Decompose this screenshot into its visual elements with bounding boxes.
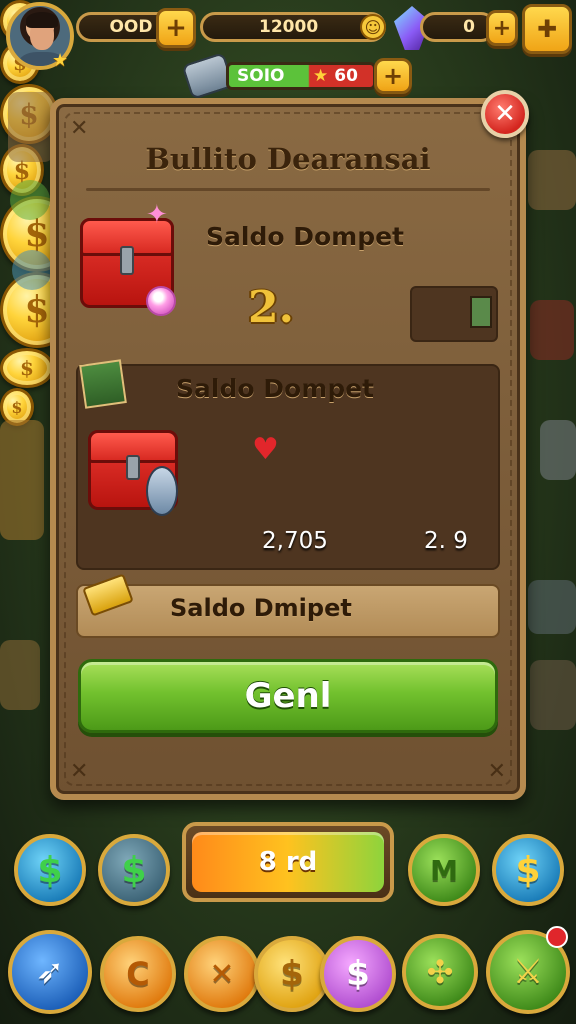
level-star-icon: ★ <box>52 50 69 71</box>
title-divider <box>86 188 490 191</box>
section-label: Saldo Dompet <box>176 374 374 403</box>
bg-chest <box>530 300 574 360</box>
center-action-button[interactable]: 8 rd <box>182 822 394 902</box>
rope-corner-icon: ✕ <box>70 759 89 784</box>
coin-shop-button[interactable]: $ <box>14 834 86 906</box>
energy-value: SOIO <box>237 66 285 86</box>
rocket-icon: ➶ <box>35 952 65 992</box>
bg-rock <box>540 420 576 480</box>
nav-tools-button[interactable]: ✣ <box>402 934 478 1010</box>
heart-icon: ♥ <box>252 432 279 467</box>
energy-bar: SOIO ★ 60 <box>226 62 376 90</box>
balance-value-left: 2,705 <box>262 528 328 554</box>
bg-badge <box>12 250 52 290</box>
wallet-label: Saldo Dompet <box>206 222 404 251</box>
dialog-title: Bullito Dearansai <box>145 142 431 176</box>
plus-icon: + <box>492 15 512 41</box>
add-coins-button[interactable]: + <box>156 8 196 48</box>
rope-corner-icon: ✕ <box>487 759 506 784</box>
shield-icon <box>146 466 178 516</box>
bg-badge <box>10 180 50 220</box>
smiley-icon: ☺ <box>360 14 386 40</box>
add-energy-button[interactable]: + <box>374 58 412 94</box>
bg-item <box>528 580 576 634</box>
bg-item <box>530 660 576 730</box>
bg-crate <box>528 150 576 210</box>
m-icon: M <box>430 853 458 887</box>
dollar-icon: $ <box>515 849 541 891</box>
score-value: 12000 <box>259 17 319 37</box>
coin-exchange-button[interactable]: $ <box>98 834 170 906</box>
cash-stack-icon <box>79 359 127 409</box>
nav-cancel-button[interactable]: ✕ <box>184 936 260 1012</box>
wallet-amount: 2. <box>248 282 294 333</box>
nav-dollar-button[interactable]: $ <box>254 936 330 1012</box>
gem-icon <box>146 286 176 316</box>
plus-icon: + <box>165 13 187 43</box>
coins-value: OOD <box>109 17 153 37</box>
dollar-icon: $ <box>346 954 370 994</box>
map-button[interactable]: M <box>408 834 480 906</box>
chest-lock <box>119 246 135 275</box>
primary-action-button[interactable]: Genl <box>78 659 498 733</box>
balance-value-right: 2. 9 <box>424 528 468 554</box>
rope-corner-icon: ✕ <box>70 116 89 141</box>
center-button-label: 8 rd <box>258 847 318 877</box>
bar-label: Saldo Dmipet <box>170 594 352 622</box>
dollar-icon: $ <box>280 954 304 994</box>
score-counter: 12000 <box>200 12 386 42</box>
plus-icon: + <box>382 62 404 90</box>
notification-badge <box>546 926 568 948</box>
c-coin-icon: C <box>126 955 150 993</box>
nav-coins-button[interactable]: C <box>100 936 176 1012</box>
puzzle-menu-button[interactable]: ✚ <box>522 4 572 54</box>
close-icon: ✕ <box>494 99 516 129</box>
crossed-tools-icon: ✣ <box>426 953 454 991</box>
cash-icon <box>470 296 492 328</box>
puzzle-icon: ✚ <box>536 15 558 43</box>
close-button[interactable]: ✕ <box>481 90 529 138</box>
x-icon: ✕ <box>209 956 235 992</box>
dollar-coin-icon: $ <box>0 348 54 388</box>
bg-coin-stack <box>0 420 44 540</box>
bg-signboard <box>8 92 54 162</box>
chest-lock <box>126 455 140 481</box>
stars-value: 60 <box>334 66 358 86</box>
gems-value: 0 <box>463 17 475 37</box>
gems-counter: 0 <box>420 12 496 42</box>
center-button-fill: 8 rd <box>192 832 384 892</box>
nav-premium-button[interactable]: $ <box>320 936 396 1012</box>
bg-coin-stack <box>0 640 40 710</box>
add-gems-button[interactable]: + <box>486 10 518 46</box>
nav-rocket-button[interactable]: ➶ <box>8 930 92 1014</box>
dollar-icon: $ <box>121 849 147 891</box>
avatar-hair <box>26 12 58 28</box>
coin-bonus-button[interactable]: $ <box>492 834 564 906</box>
primary-button-label: Genl <box>244 676 332 716</box>
sparkle-icon: ✦ <box>146 200 168 230</box>
crossed-swords-icon: ⚔ <box>512 952 544 992</box>
dollar-icon: $ <box>37 849 63 891</box>
star-icon: ★ <box>313 66 329 86</box>
